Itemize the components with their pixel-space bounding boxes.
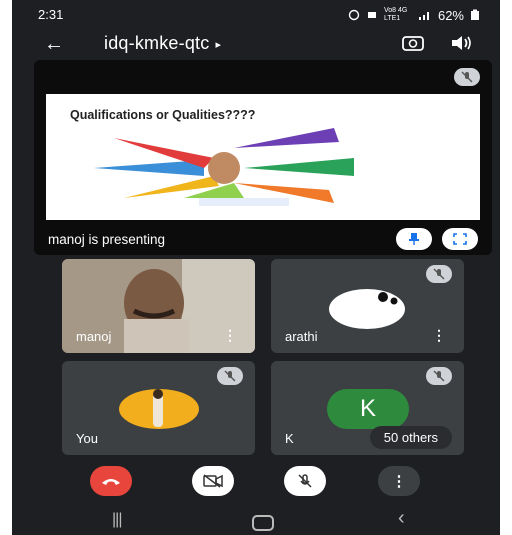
system-nav-bar: ||| ‹ [12, 505, 500, 535]
recent-apps-button[interactable]: ||| [112, 511, 123, 529]
participant-tile-you[interactable]: You [62, 361, 255, 455]
status-time: 2:31 [38, 7, 64, 22]
mic-off-icon [298, 474, 312, 488]
more-options-button[interactable]: ⋮ [378, 466, 420, 496]
participant-tile-arathi[interactable]: arathi ⋮ [271, 259, 464, 353]
end-call-button[interactable] [90, 466, 132, 496]
back-button[interactable]: ← [44, 33, 64, 56]
shared-slide: Qualifications or Qualities???? [46, 94, 480, 220]
mic-off-badge [426, 367, 452, 385]
presenter-mic-off-badge [454, 68, 480, 86]
network-label: Vo8 4G LTE1 [383, 7, 408, 22]
caret-right-icon: ▸ [215, 38, 222, 51]
tile-name: K [285, 431, 294, 446]
home-button[interactable] [252, 515, 274, 531]
switch-camera-icon[interactable] [402, 34, 424, 52]
avatar [119, 389, 199, 429]
speaker-icon[interactable] [450, 34, 472, 52]
mic-off-badge [217, 367, 243, 385]
participant-tile-k[interactable]: K K 50 others [271, 361, 464, 455]
battery-percent: 62% [437, 7, 464, 23]
mic-toggle-button[interactable] [284, 466, 326, 496]
pin-button[interactable] [396, 228, 432, 250]
meet-screen: 2:31 Vo8 4G LTE1 62% ← idq-kmke-qtc ▸ Qu… [12, 0, 500, 535]
camera-off-icon [203, 474, 223, 488]
meeting-code[interactable]: idq-kmke-qtc ▸ [104, 33, 221, 54]
mic-off-icon [224, 370, 236, 382]
presentation-view[interactable]: Qualifications or Qualities???? manoj is… [34, 60, 492, 255]
avatar-letter: K [359, 395, 376, 422]
mic-off-badge [426, 265, 452, 283]
more-vert-icon[interactable]: ⋮ [223, 327, 237, 344]
slide-title: Qualifications or Qualities???? [70, 108, 256, 122]
battery-icon [471, 9, 479, 20]
alarm-icon [348, 9, 360, 21]
mic-off-icon [433, 370, 445, 382]
slide-illustration [94, 128, 354, 206]
tile-name: You [76, 431, 98, 446]
mic-off-icon [433, 268, 445, 280]
nav-back-button[interactable]: ‹ [398, 507, 405, 530]
fullscreen-button[interactable] [442, 228, 478, 250]
meeting-code-label: idq-kmke-qtc [104, 33, 210, 53]
fullscreen-icon [453, 233, 467, 245]
status-icons: Vo8 4G LTE1 62% [348, 7, 480, 23]
mute-notify-icon [367, 12, 376, 18]
presenter-label: manoj is presenting [48, 232, 166, 247]
status-bar: 2:31 Vo8 4G LTE1 62% [12, 0, 500, 28]
avatar: K [327, 389, 409, 429]
tile-name: arathi [285, 329, 318, 344]
call-controls: ⋮ [12, 462, 500, 502]
others-count-chip[interactable]: 50 others [369, 426, 452, 449]
participant-tile-manoj[interactable]: manoj ⋮ [62, 259, 255, 353]
mic-off-icon [461, 71, 473, 83]
meeting-header: ← idq-kmke-qtc ▸ [12, 28, 500, 62]
camera-toggle-button[interactable] [192, 466, 234, 496]
phone-hangup-icon [102, 479, 120, 485]
tile-name: manoj [76, 329, 112, 344]
more-vert-icon[interactable]: ⋮ [432, 327, 446, 344]
avatar [329, 289, 405, 329]
signal-icon [418, 12, 429, 20]
more-vert-icon: ⋮ [391, 473, 407, 490]
pin-icon [409, 233, 419, 245]
